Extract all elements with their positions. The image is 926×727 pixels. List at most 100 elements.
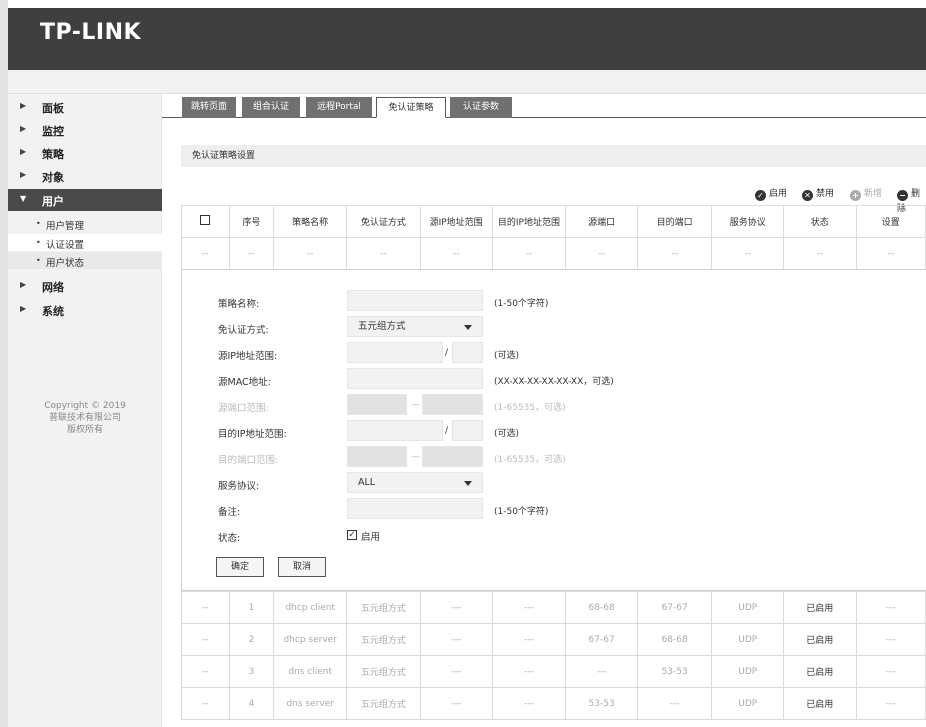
add-label: 新增 bbox=[864, 189, 883, 199]
src-ip-input[interactable] bbox=[347, 342, 443, 363]
remark-input[interactable] bbox=[347, 498, 483, 519]
sidebar-item-user[interactable]: ▼ 用户 bbox=[8, 189, 162, 211]
caret-right-icon: ▶ bbox=[20, 124, 27, 133]
table-row[interactable]: -- 4 dns server 五元组方式 --- --- 53-53 --- … bbox=[181, 687, 926, 720]
table-cell: 68-68 bbox=[565, 591, 638, 624]
dst-ip-hint: (可选) bbox=[494, 429, 520, 439]
table-cell: dns server bbox=[273, 687, 348, 720]
status-cell: 已启用 bbox=[783, 591, 857, 624]
x-circle-icon: ✕ bbox=[802, 190, 813, 201]
table-row[interactable]: -- 2 dhcp server 五元组方式 --- --- 67-67 68-… bbox=[181, 623, 926, 656]
tab-auth-params[interactable]: 认证参数 bbox=[450, 97, 512, 118]
top-header: TP-LINK bbox=[8, 8, 926, 70]
src-mac-input[interactable] bbox=[347, 368, 483, 389]
table-cell: --- bbox=[636, 687, 713, 720]
table-cell: -- bbox=[346, 237, 421, 270]
tab-remote-portal[interactable]: 远程Portal bbox=[306, 97, 372, 118]
column-header: 源端口 bbox=[565, 205, 638, 238]
table-row[interactable]: -- 1 dhcp client 五元组方式 --- --- 68-68 67-… bbox=[181, 591, 926, 624]
sidebar-item-dashboard[interactable]: ▶ 面板 bbox=[8, 96, 162, 118]
status-checkbox[interactable]: ✓ bbox=[347, 530, 357, 540]
caret-right-icon: ▶ bbox=[20, 304, 27, 313]
tab-combined-auth[interactable]: 组合认证 bbox=[242, 97, 300, 118]
enable-button[interactable]: ✓ 启用 bbox=[755, 186, 787, 201]
sidebar-item-system[interactable]: ▶ 系统 bbox=[8, 299, 162, 321]
src-port-start-input[interactable] bbox=[347, 394, 407, 415]
table-cell: --- bbox=[491, 687, 567, 720]
column-header: 源IP地址范围 bbox=[419, 205, 493, 238]
add-button[interactable]: + 新增 bbox=[850, 186, 883, 201]
status-cell: 已启用 bbox=[783, 655, 857, 688]
table-cell: 五元组方式 bbox=[346, 655, 421, 688]
tp-link-logo: TP-LINK bbox=[40, 20, 142, 45]
protocol-value: ALL bbox=[358, 477, 376, 488]
column-header: 目的端口 bbox=[636, 205, 713, 238]
policy-name-input[interactable] bbox=[347, 290, 483, 311]
delete-button[interactable]: − 删除 bbox=[897, 186, 926, 214]
confirm-button[interactable]: 确定 bbox=[216, 557, 264, 577]
src-port-hint: (1-65535，可选) bbox=[494, 403, 566, 413]
table-cell: --- bbox=[419, 591, 493, 624]
tab-bar: 跳转页面 组合认证 远程Portal 免认证策略 认证参数 bbox=[162, 94, 926, 118]
table-cell: 2 bbox=[228, 623, 275, 656]
src-port-end-input[interactable] bbox=[422, 394, 483, 415]
src-ip-mask-input[interactable] bbox=[452, 342, 483, 363]
copyright-company: 普联技术有限公司 bbox=[48, 413, 121, 423]
table-cell: UDP bbox=[711, 687, 785, 720]
section-title: 免认证策略设置 bbox=[181, 145, 926, 167]
sidebar-subitem-user-management[interactable]: • 用户管理 bbox=[8, 215, 162, 232]
dst-ip-mask-input[interactable] bbox=[452, 420, 483, 441]
cancel-button[interactable]: 取消 bbox=[278, 557, 326, 577]
table-cell: -- bbox=[419, 237, 493, 270]
column-header: 设置 bbox=[855, 205, 926, 238]
bullet-icon: • bbox=[36, 256, 41, 265]
src-ip-hint: (可选) bbox=[494, 351, 520, 361]
src-port-dash: — bbox=[411, 400, 420, 410]
src-port-label: 源端口范围: bbox=[218, 403, 269, 414]
sidebar-subitem-auth-settings[interactable]: • 认证设置 bbox=[8, 234, 162, 251]
protocol-label: 服务协议: bbox=[218, 481, 260, 492]
status-cell: 已启用 bbox=[783, 623, 857, 656]
sidebar-item-monitor[interactable]: ▶ 监控 bbox=[8, 119, 162, 141]
dst-port-start-input[interactable] bbox=[347, 446, 407, 467]
policy-edit-form: 策略名称: (1-50个字符) 免认证方式: 五元组方式 源IP地址范围: / … bbox=[181, 269, 926, 591]
sidebar-item-label: 用户 bbox=[42, 195, 64, 208]
sidebar-item-object[interactable]: ▶ 对象 bbox=[8, 165, 162, 187]
select-all-checkbox[interactable] bbox=[181, 205, 230, 238]
policy-name-label: 策略名称: bbox=[218, 299, 260, 310]
tab-auth-free-policy[interactable]: 免认证策略 bbox=[376, 97, 446, 118]
table-cell: --- bbox=[419, 687, 493, 720]
sidebar-item-policy[interactable]: ▶ 策略 bbox=[8, 142, 162, 164]
table-cell: 1 bbox=[228, 591, 275, 624]
remark-hint: (1-50个字符) bbox=[494, 507, 549, 517]
table-header-row: 序号 策略名称 免认证方式 源IP地址范围 目的IP地址范围 源端口 目的端口 … bbox=[181, 205, 926, 238]
sidebar-item-network[interactable]: ▶ 网络 bbox=[8, 275, 162, 297]
table-cell: -- bbox=[855, 237, 926, 270]
disable-label: 禁用 bbox=[816, 189, 835, 199]
src-ip-label: 源IP地址范围: bbox=[218, 351, 278, 362]
left-border bbox=[0, 0, 8, 727]
dst-ip-input[interactable] bbox=[347, 420, 443, 441]
remark-label: 备注: bbox=[218, 507, 241, 518]
src-mac-hint: (XX-XX-XX-XX-XX-XX，可选) bbox=[494, 377, 614, 387]
disable-button[interactable]: ✕ 禁用 bbox=[802, 186, 835, 201]
sidebar-subitem-user-status[interactable]: • 用户状态 bbox=[8, 252, 162, 269]
auth-method-select[interactable]: 五元组方式 bbox=[347, 316, 483, 337]
src-ip-separator: / bbox=[445, 348, 449, 358]
minus-circle-icon: − bbox=[897, 190, 908, 201]
protocol-select[interactable]: ALL bbox=[347, 472, 483, 493]
table-row[interactable]: -- 3 dns client 五元组方式 --- --- --- 53-53 … bbox=[181, 655, 926, 688]
copyright-line: Copyright © 2019 bbox=[44, 401, 126, 411]
caret-right-icon: ▶ bbox=[20, 101, 27, 110]
table-cell: dhcp server bbox=[273, 623, 348, 656]
sidebar-item-label: 对象 bbox=[42, 171, 64, 184]
src-mac-label: 源MAC地址: bbox=[218, 377, 271, 388]
status-label: 状态: bbox=[218, 533, 241, 544]
dst-port-end-input[interactable] bbox=[422, 446, 483, 467]
table-cell: --- bbox=[855, 687, 926, 720]
tab-redirect-page[interactable]: 跳转页面 bbox=[182, 97, 236, 118]
dst-ip-separator: / bbox=[445, 426, 449, 436]
dst-port-label: 目的端口范围: bbox=[218, 455, 279, 466]
table-cell: dhcp client bbox=[273, 591, 348, 624]
table-cell: -- bbox=[228, 237, 275, 270]
